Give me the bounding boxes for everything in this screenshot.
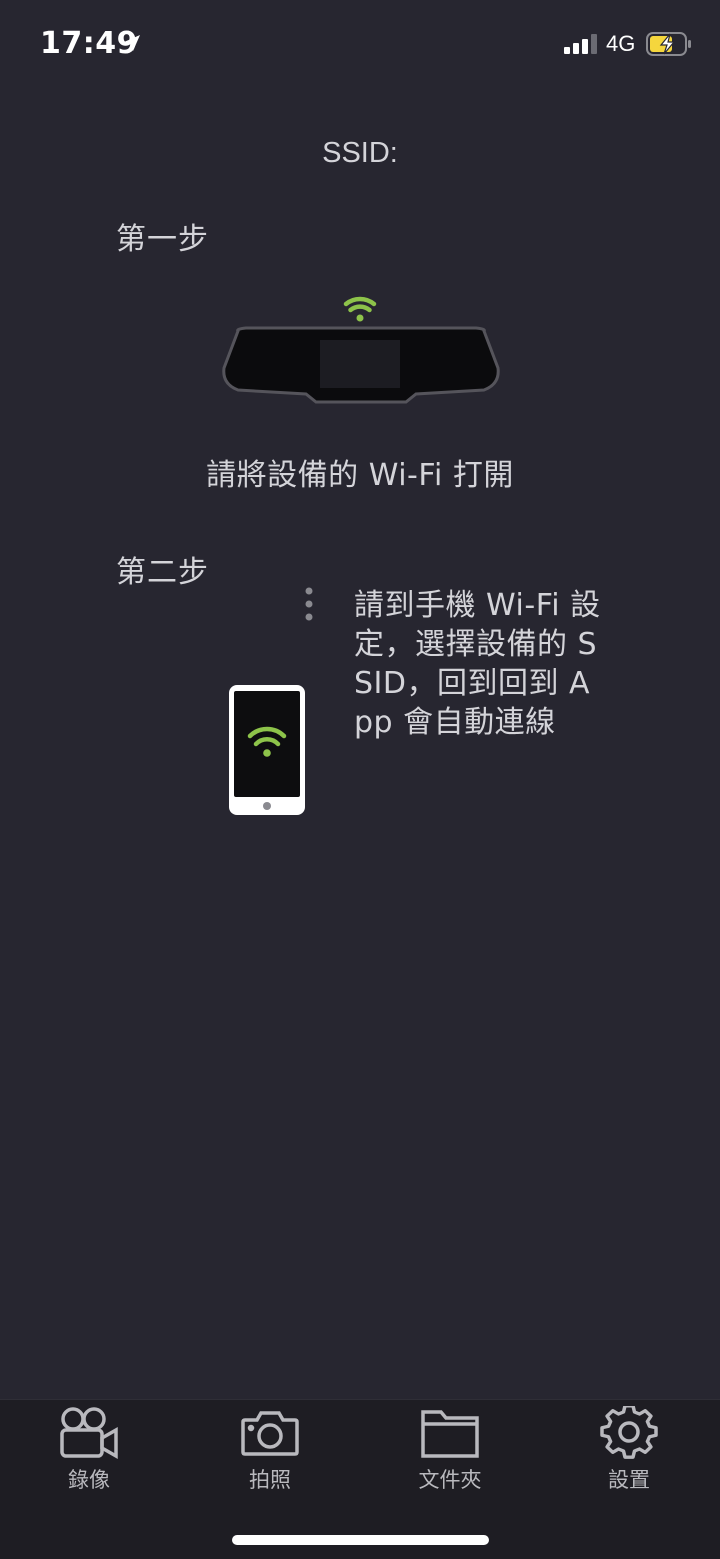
tab-record[interactable]: 錄像 bbox=[29, 1406, 149, 1496]
network-type: 4G bbox=[606, 31, 636, 56]
dashcam-mirror-illustration bbox=[222, 296, 500, 404]
tab-bar: 錄像 拍照 文件夾 設置 bbox=[0, 1399, 720, 1559]
folder-icon bbox=[421, 1410, 479, 1458]
tab-folder[interactable]: 文件夾 bbox=[390, 1406, 510, 1496]
tab-photo-label: 拍照 bbox=[249, 1468, 291, 1492]
video-camera-icon bbox=[60, 1407, 118, 1460]
step2-instruction: 請到手機 Wi-Fi 設定，選擇設備的 SSID，回到回到 App 會自動連線 bbox=[354, 588, 601, 740]
status-bar: 17:49 4G bbox=[0, 0, 720, 90]
cellular-signal-icon bbox=[564, 34, 597, 54]
vertical-dots-icon bbox=[305, 587, 313, 621]
step1-title: 第一步 bbox=[116, 222, 209, 257]
home-indicator[interactable] bbox=[232, 1535, 489, 1545]
ssid-label: SSID: bbox=[322, 137, 398, 169]
wifi-setup-screen: 17:49 4G SSID: 第一步 請將設備的 Wi-Fi 打開 第二步 請到… bbox=[0, 0, 720, 1559]
camera-icon bbox=[241, 1411, 299, 1456]
step2-title: 第二步 bbox=[116, 555, 209, 590]
tab-settings-label: 設置 bbox=[608, 1468, 650, 1492]
battery-charging-icon bbox=[646, 32, 691, 56]
tab-photo[interactable]: 拍照 bbox=[210, 1406, 330, 1496]
step1-instruction: 請將設備的 Wi-Fi 打開 bbox=[206, 458, 514, 493]
tab-settings[interactable]: 設置 bbox=[569, 1406, 689, 1496]
tab-folder-label: 文件夾 bbox=[418, 1468, 482, 1492]
phone-wifi-illustration bbox=[229, 685, 305, 815]
tab-record-label: 錄像 bbox=[68, 1468, 110, 1492]
wifi-icon bbox=[343, 296, 377, 313]
location-arrow-icon bbox=[124, 35, 140, 51]
gear-icon bbox=[600, 1406, 658, 1459]
